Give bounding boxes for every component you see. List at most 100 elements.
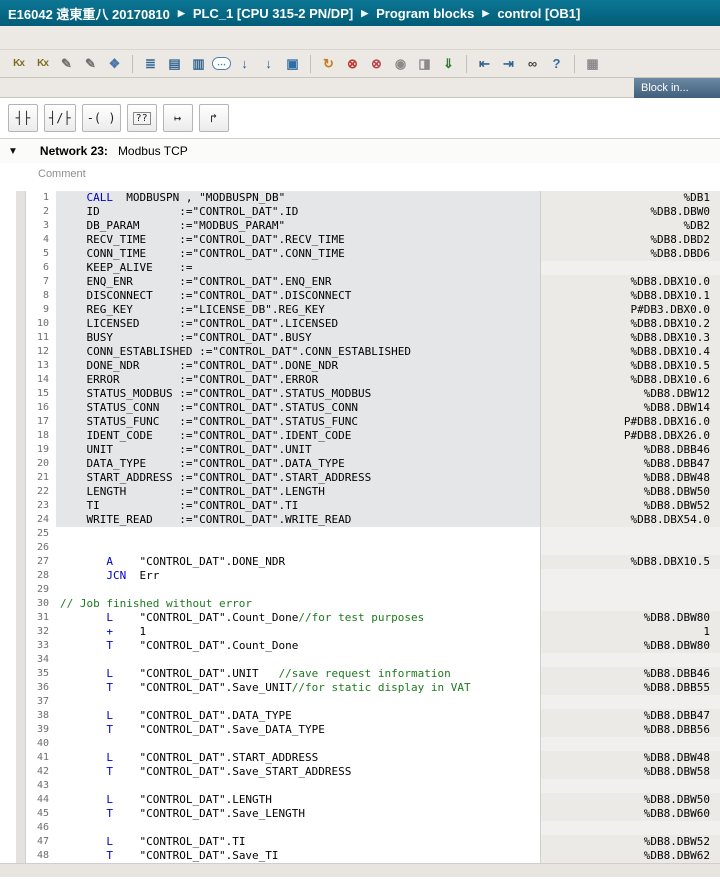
upload-from-device-icon[interactable]: ↓ (258, 53, 279, 74)
code-text[interactable]: L "CONTROL_DAT".Count_Done//for test pur… (56, 611, 540, 625)
jump-label-button[interactable]: ↦ (163, 104, 193, 132)
coil-button[interactable]: -( ) (82, 104, 121, 132)
code-text[interactable]: IDENT_CODE :="CONTROL_DAT".IDENT_CODE (56, 429, 540, 443)
code-text[interactable]: DISCONNECT :="CONTROL_DAT".DISCONNECT (56, 289, 540, 303)
code-text[interactable]: T "CONTROL_DAT".Save_LENGTH (56, 807, 540, 821)
code-line: 16 STATUS_CONN :="CONTROL_DAT".STATUS_CO… (0, 401, 720, 415)
code-text[interactable]: BUSY :="CONTROL_DAT".BUSY (56, 331, 540, 345)
cancel-monitor-icon[interactable]: ⊗ (366, 53, 387, 74)
empty-box-button[interactable]: ?? (127, 104, 157, 132)
open-branch-button[interactable]: ↱ (199, 104, 229, 132)
code-text[interactable]: CONN_ESTABLISHED :="CONTROL_DAT".CONN_ES… (56, 345, 540, 359)
line-number: 47 (26, 835, 56, 849)
code-text[interactable]: REG_KEY :="LICENSE_DB".REG_KEY (56, 303, 540, 317)
operand-address (540, 527, 720, 541)
code-text[interactable]: L "CONTROL_DAT".DATA_TYPE (56, 709, 540, 723)
insert-network-icon[interactable]: Kx (8, 53, 29, 74)
code-line: 40 (0, 737, 720, 751)
code-line: 10 LICENSED :="CONTROL_DAT".LICENSED%DB8… (0, 317, 720, 331)
code-text[interactable]: JCN Err (56, 569, 540, 583)
snapshot-icon[interactable]: ❖ (104, 53, 125, 74)
code-text[interactable]: ID :="CONTROL_DAT".ID (56, 205, 540, 219)
code-text[interactable]: LICENSED :="CONTROL_DAT".LICENSED (56, 317, 540, 331)
breadcrumb-item[interactable]: E16042 遠東重八 20170810 (8, 4, 170, 23)
code-text[interactable]: UNIT :="CONTROL_DAT".UNIT (56, 443, 540, 457)
breadcrumb-item[interactable]: Program blocks (376, 6, 474, 21)
insert-empty-network-icon[interactable]: Kx (32, 53, 53, 74)
monitoring-glasses-icon[interactable]: ∞ (522, 53, 543, 74)
code-text[interactable]: L "CONTROL_DAT".START_ADDRESS (56, 751, 540, 765)
help-icon[interactable]: ? (546, 53, 567, 74)
stl-text (60, 555, 106, 568)
code-text[interactable]: L "CONTROL_DAT".LENGTH (56, 793, 540, 807)
absolute-symbolic-operands-icon[interactable]: ▣ (282, 53, 303, 74)
code-text[interactable] (56, 695, 540, 709)
code-text[interactable]: RECV_TIME :="CONTROL_DAT".RECV_TIME (56, 233, 540, 247)
code-text[interactable]: DONE_NDR :="CONTROL_DAT".DONE_NDR (56, 359, 540, 373)
code-text[interactable]: STATUS_MODBUS :="CONTROL_DAT".STATUS_MOD… (56, 387, 540, 401)
code-text[interactable]: T "CONTROL_DAT".Save_TI (56, 849, 540, 863)
operand-address: %DB8.DBB47 (540, 709, 720, 723)
network-comments-icon[interactable]: ⋯ (212, 57, 231, 70)
collapse-networks-icon[interactable]: ▤ (164, 53, 185, 74)
code-text[interactable]: START_ADDRESS :="CONTROL_DAT".START_ADDR… (56, 471, 540, 485)
favorites-icon[interactable]: ▥ (188, 53, 209, 74)
code-text[interactable]: ENQ_ENR :="CONTROL_DAT".ENQ_ENR (56, 275, 540, 289)
network-collapse-icon[interactable]: ▼ (8, 146, 18, 157)
code-text[interactable]: STATUS_CONN :="CONTROL_DAT".STATUS_CONN (56, 401, 540, 415)
download-call-environment-icon[interactable]: ↓ (234, 53, 255, 74)
network-comment-placeholder[interactable]: Comment (38, 168, 86, 180)
go-online-icon[interactable]: ↻ (318, 53, 339, 74)
reset-start-values-icon[interactable]: ✎ (56, 53, 77, 74)
stop-cpu-icon[interactable]: ◨ (414, 53, 435, 74)
block-call-icon[interactable]: ▦ (582, 53, 603, 74)
code-text[interactable] (56, 527, 540, 541)
network-title[interactable]: Modbus TCP (118, 144, 188, 158)
normally-closed-contact-button[interactable]: ┤/├ (44, 104, 76, 132)
code-text[interactable]: CONN_TIME :="CONTROL_DAT".CONN_TIME (56, 247, 540, 261)
code-text[interactable] (56, 653, 540, 667)
code-text[interactable]: A "CONTROL_DAT".DONE_NDR (56, 555, 540, 569)
code-text[interactable]: T "CONTROL_DAT".Save_DATA_TYPE (56, 723, 540, 737)
go-offline-icon[interactable]: ⊗ (342, 53, 363, 74)
code-text[interactable]: // Job finished without error (56, 597, 540, 611)
sync-upload-icon[interactable]: ⇤ (474, 53, 495, 74)
code-text[interactable]: WRITE_READ :="CONTROL_DAT".WRITE_READ (56, 513, 540, 527)
code-text[interactable]: T "CONTROL_DAT".Save_UNIT//for static di… (56, 681, 540, 695)
code-text[interactable]: TI :="CONTROL_DAT".TI (56, 499, 540, 513)
start-cpu-icon[interactable]: ◉ (390, 53, 411, 74)
editor-gutter (16, 485, 26, 499)
code-text[interactable] (56, 779, 540, 793)
code-text[interactable]: + 1 (56, 625, 540, 639)
code-text[interactable]: L "CONTROL_DAT".TI (56, 835, 540, 849)
stl-text: UNIT :="CONTROL_DAT".UNIT (60, 443, 312, 456)
code-text[interactable]: DB_PARAM :="MODBUS_PARAM" (56, 219, 540, 233)
network-number-label[interactable]: Network 23: (40, 144, 108, 158)
code-text[interactable]: T "CONTROL_DAT".Count_Done (56, 639, 540, 653)
code-text[interactable] (56, 541, 540, 555)
code-text[interactable]: LENGTH :="CONTROL_DAT".LENGTH (56, 485, 540, 499)
normally-open-contact-button[interactable]: ┤├ (8, 104, 38, 132)
code-text[interactable]: STATUS_FUNC :="CONTROL_DAT".STATUS_FUNC (56, 415, 540, 429)
keep-actual-values-icon[interactable]: ✎ (80, 53, 101, 74)
expand-networks-icon[interactable]: ≣ (140, 53, 161, 74)
stl-text: DATA_TYPE :="CONTROL_DAT".DATA_TYPE (60, 457, 345, 470)
code-text[interactable] (56, 583, 540, 597)
code-text[interactable]: DATA_TYPE :="CONTROL_DAT".DATA_TYPE (56, 457, 540, 471)
download-to-device-icon[interactable]: ⇓ (438, 53, 459, 74)
code-text[interactable]: ERROR :="CONTROL_DAT".ERROR (56, 373, 540, 387)
line-number: 19 (26, 443, 56, 457)
code-text[interactable]: T "CONTROL_DAT".Save_START_ADDRESS (56, 765, 540, 779)
code-text[interactable] (56, 821, 540, 835)
breadcrumb-item[interactable]: control [OB1] (497, 6, 580, 21)
block-interface-pane-header[interactable]: Block in... (634, 78, 720, 98)
code-text[interactable]: KEEP_ALIVE := (56, 261, 540, 275)
code-text[interactable]: L "CONTROL_DAT".UNIT //save request info… (56, 667, 540, 681)
breadcrumb-item[interactable]: PLC_1 [CPU 315-2 PN/DP] (193, 6, 353, 21)
sync-download-icon[interactable]: ⇥ (498, 53, 519, 74)
code-text[interactable]: CALL MODBUSPN , "MODBUSPN_DB" (56, 191, 540, 205)
code-text[interactable] (56, 737, 540, 751)
editor-gutter (16, 807, 26, 821)
code-line: 33 T "CONTROL_DAT".Count_Done%DB8.DBW80 (0, 639, 720, 653)
bottom-scroll-strip[interactable] (0, 863, 720, 877)
